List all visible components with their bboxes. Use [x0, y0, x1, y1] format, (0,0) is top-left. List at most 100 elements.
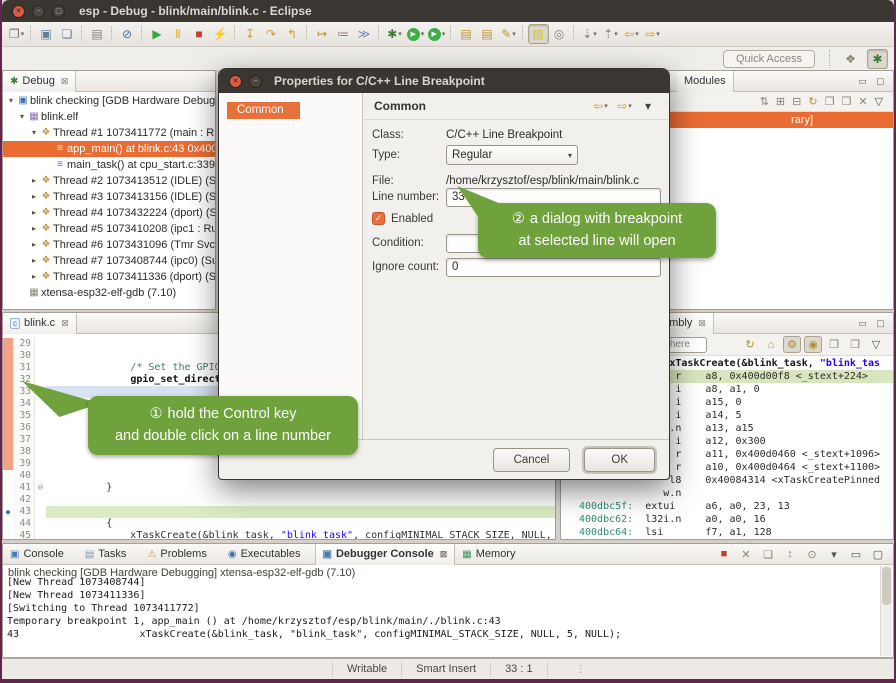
breakpoint-gutter[interactable]: [3, 470, 13, 482]
toolbar-icon[interactable]: [234, 26, 237, 42]
toolbar-icon[interactable]: ≫: [354, 24, 375, 44]
disassembly-toolbar-icon[interactable]: ❒: [846, 336, 864, 353]
debug-tree-row[interactable]: ▾ ▣ blink checking [GDB Hardware Debug: [3, 93, 215, 109]
line-number[interactable]: 41: [13, 482, 35, 494]
breakpoint-gutter[interactable]: [3, 434, 13, 446]
dialog-minimize-button[interactable]: −: [249, 75, 262, 88]
quick-access-button[interactable]: Quick Access: [723, 50, 815, 68]
debug-tree-row[interactable]: ▦ xtensa-esp32-elf-gdb (7.10): [3, 285, 215, 301]
console-tab[interactable]: ▦ Memory: [455, 544, 529, 565]
fold-icon[interactable]: [35, 470, 46, 482]
toolbar-icon[interactable]: [450, 26, 453, 42]
modules-toolbar-icon[interactable]: ❒: [841, 95, 851, 108]
fold-icon[interactable]: [35, 518, 46, 530]
line-number[interactable]: 38: [13, 446, 35, 458]
toolbar-icon[interactable]: ⇡ ▾: [600, 24, 621, 44]
line-number[interactable]: 40: [13, 470, 35, 482]
fold-icon[interactable]: ⊖: [35, 482, 46, 494]
tree-expander-icon[interactable]: ▾: [29, 125, 39, 141]
fold-icon[interactable]: [35, 350, 46, 362]
toolbar-icon[interactable]: ⚡: [210, 24, 231, 44]
console-toolbar-icon[interactable]: ▭: [847, 546, 865, 563]
cancel-button[interactable]: Cancel: [493, 448, 571, 472]
breakpoint-gutter[interactable]: [3, 362, 13, 374]
line-number[interactable]: 36: [13, 422, 35, 434]
dialog-nav-arrow[interactable]: ⇨ ▾: [614, 96, 635, 116]
debug-tree-row[interactable]: ▸ ❖ Thread #7 1073408744 (ipc0) (Susp: [3, 253, 215, 269]
modules-toolbar-icon[interactable]: ✕: [858, 95, 867, 108]
console-toolbar-icon[interactable]: ↕: [781, 546, 799, 563]
breakpoint-gutter[interactable]: [3, 518, 13, 530]
tree-expander-icon[interactable]: ▸: [29, 205, 39, 221]
console-scrollbar[interactable]: [880, 566, 892, 656]
tree-expander-icon[interactable]: ▸: [29, 221, 39, 237]
console-tab[interactable]: ▣ Console: [3, 544, 78, 565]
modules-toolbar-icon[interactable]: ❐: [825, 95, 835, 108]
tree-expander-icon[interactable]: ▸: [29, 237, 39, 253]
ignore-count-field[interactable]: [446, 258, 661, 277]
tree-expander-icon[interactable]: ▾: [6, 93, 16, 109]
ok-button[interactable]: OK: [584, 448, 655, 472]
tab-modules[interactable]: Modules: [677, 71, 734, 92]
breakpoint-gutter[interactable]: [3, 338, 13, 350]
minimize-icon[interactable]: ▭: [855, 316, 870, 330]
fold-icon[interactable]: [35, 338, 46, 350]
fold-icon[interactable]: [35, 458, 46, 470]
modules-toolbar-icon[interactable]: ⇅: [760, 95, 769, 108]
toolbar-icon[interactable]: [30, 26, 33, 42]
toolbar-icon[interactable]: ■: [189, 24, 210, 44]
breakpoint-gutter[interactable]: [3, 446, 13, 458]
line-number[interactable]: 44: [13, 518, 35, 530]
fold-icon[interactable]: [35, 530, 46, 539]
toolbar-icon[interactable]: ✱ ▾: [384, 24, 405, 44]
fold-icon[interactable]: [35, 422, 46, 434]
toolbar-icon[interactable]: ↧: [240, 24, 261, 44]
minimize-icon[interactable]: ▭: [855, 74, 870, 88]
console-tab[interactable]: ▤ Tasks: [78, 544, 141, 565]
tree-expander-icon[interactable]: ▸: [29, 269, 39, 285]
disassembly-toolbar-icon[interactable]: ⚙: [783, 336, 801, 353]
tree-expander-icon[interactable]: ▾: [17, 109, 27, 125]
fold-icon[interactable]: [35, 434, 46, 446]
maximize-icon[interactable]: ▢: [873, 74, 888, 88]
toolbar-icon[interactable]: [141, 26, 144, 42]
breakpoint-gutter[interactable]: [3, 458, 13, 470]
modules-toolbar-icon[interactable]: ⊟: [792, 95, 801, 108]
line-number[interactable]: 31: [13, 362, 35, 374]
dialog-close-button[interactable]: ✕: [229, 75, 242, 88]
disassembly-row[interactable]: 400dbc62: l32i.n a0, a0, 16: [579, 513, 893, 526]
tree-expander-icon[interactable]: ▸: [29, 189, 39, 205]
disassembly-row[interactable]: 400dbc5f: extui a6, a0, 23, 13: [579, 500, 893, 513]
fold-icon[interactable]: [35, 410, 46, 422]
scrollbar-thumb[interactable]: [882, 567, 891, 605]
tree-expander-icon[interactable]: ▸: [29, 173, 39, 189]
console-toolbar-icon[interactable]: ▢: [869, 546, 887, 563]
window-close-button[interactable]: ✕: [12, 5, 25, 18]
debug-tree-row[interactable]: ▾ ❖ Thread #1 1073411772 (main : Runn: [3, 125, 215, 141]
toolbar-icon[interactable]: ↰: [282, 24, 303, 44]
toolbar-icon[interactable]: ◎: [549, 24, 570, 44]
tree-expander-icon[interactable]: ▸: [29, 253, 39, 269]
toolbar-icon[interactable]: [522, 26, 525, 42]
tab-debug[interactable]: ✱ Debug ⊠: [3, 71, 76, 92]
nav-item-common[interactable]: Common: [227, 102, 300, 119]
breakpoint-gutter[interactable]: [3, 494, 13, 506]
disassembly-toolbar-icon[interactable]: ↻: [741, 336, 759, 353]
fold-icon[interactable]: [35, 446, 46, 458]
console-toolbar-icon[interactable]: ■: [715, 546, 733, 563]
debug-tree-row[interactable]: ▾ ▦ blink.elf: [3, 109, 215, 125]
console-toolbar-icon[interactable]: ▾: [825, 546, 843, 563]
debug-tree-row[interactable]: ▸ ❖ Thread #8 1073411336 (dport) (Sus: [3, 269, 215, 285]
toolbar-icon[interactable]: [306, 26, 309, 42]
perspective-icon[interactable]: ✱: [867, 49, 888, 69]
console-tab[interactable]: ▣ Debugger Console ⊠: [315, 544, 456, 565]
toolbar-icon[interactable]: ↷: [261, 24, 282, 44]
breakpoint-gutter[interactable]: [3, 410, 13, 422]
code-line[interactable]: 45: [3, 530, 555, 539]
console-output[interactable]: blink checking [GDB Hardware Debugging] …: [4, 566, 880, 656]
close-icon[interactable]: ⊠: [698, 318, 706, 329]
toolbar-icon[interactable]: ▤: [456, 24, 477, 44]
line-number[interactable]: 35: [13, 410, 35, 422]
toolbar-icon[interactable]: ▤: [87, 24, 108, 44]
debug-tree-row[interactable]: ▸ ❖ Thread #6 1073431096 (Tmr Svc) (S: [3, 237, 215, 253]
